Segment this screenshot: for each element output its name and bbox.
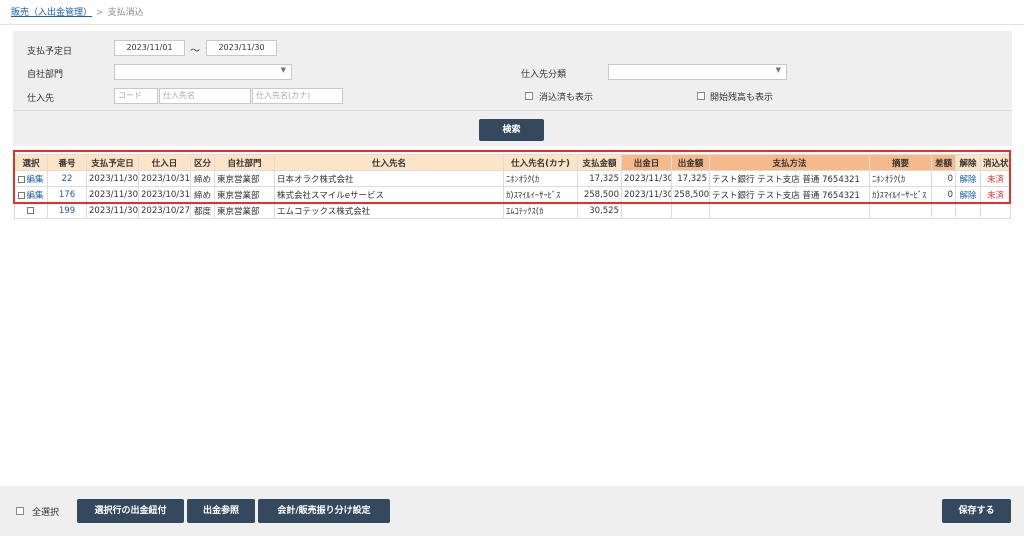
row-supplier-kana: ｴﾑｺﾃｯｸｽ(ｶ [503,202,578,219]
show-cleared-checkbox[interactable] [525,92,533,100]
row-memo [869,202,932,219]
payment-reference-button[interactable]: 出金参照 [187,499,255,523]
dept-label: 自社部門 [27,70,64,80]
row-diff [931,202,956,219]
breadcrumb-parent-link[interactable]: 販売（入出金管理） [11,8,92,18]
due-date-from-input[interactable]: 2023/11/01 [114,40,185,56]
breadcrumb-current: 支払消込 [107,8,144,18]
row-payment-method [709,202,870,219]
row-purchase-date: 2023/10/27 [138,202,191,219]
row-checkbox[interactable] [27,206,34,214]
row-payment-amount [671,202,710,219]
chevron-down-icon: ▼ [775,66,781,74]
select-all-checkbox[interactable] [16,507,24,515]
supplier-class-label: 仕入先分類 [521,70,567,80]
due-date-to-input[interactable]: 2023/11/30 [206,40,277,56]
search-panel-divider [13,110,1012,111]
chevron-down-icon: ▼ [280,66,286,74]
supplier-kana-input[interactable]: 仕入先名(カナ) [252,88,343,104]
due-date-label: 支払予定日 [27,47,73,57]
supplier-code-input[interactable]: コード [114,88,158,104]
row-payment-date [621,202,672,219]
row-amount: 30,525 [577,202,622,219]
row-select-cell [14,202,48,219]
date-range-separator: ～ [190,46,200,57]
breadcrumb-separator: > [96,8,104,18]
supplier-class-select[interactable]: ▼ [608,64,787,80]
row-number-link[interactable]: 199 [47,202,87,219]
show-opening-checkbox[interactable] [697,92,705,100]
header-divider [0,24,1024,25]
row-cancel-link[interactable] [955,202,981,219]
row-status [980,202,1011,219]
row-supplier-name: エムコテックス株式会社 [274,202,504,219]
table-row: 199 2023/11/30 2023/10/27 都度 東京営業部 エムコテッ… [14,202,1011,219]
supplier-label: 仕入先 [27,94,55,104]
row-dept: 東京営業部 [214,202,275,219]
show-opening-label: 開始残高も表示 [710,93,774,103]
highlight-box [13,150,1011,204]
save-button[interactable]: 保存する [942,499,1011,523]
attach-payment-button[interactable]: 選択行の出金紐付 [77,499,184,523]
supplier-name-input[interactable]: 仕入先名 [159,88,251,104]
show-cleared-label: 消込済も表示 [539,93,594,103]
dept-select[interactable]: ▼ [114,64,292,80]
accounting-allocation-button[interactable]: 会計/販売振り分け設定 [258,499,390,523]
row-kind: 都度 [190,202,215,219]
select-all-label: 全選択 [32,508,60,518]
row-due-date: 2023/11/30 [86,202,139,219]
search-button[interactable]: 検索 [479,119,544,141]
breadcrumb: 販売（入出金管理） > 支払消込 [11,6,144,20]
